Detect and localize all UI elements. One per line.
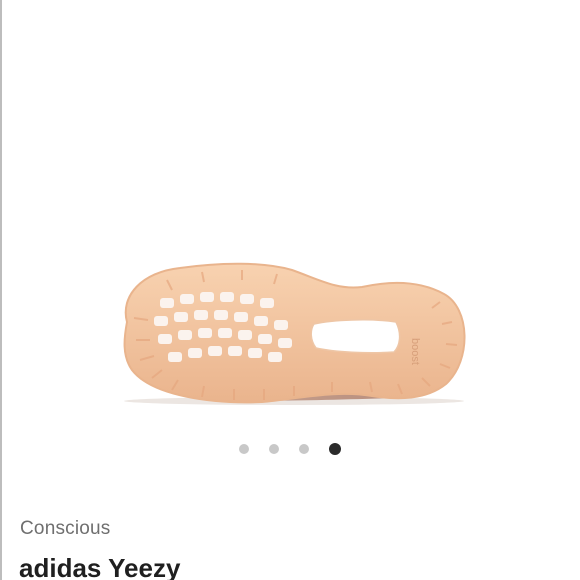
product-gallery[interactable]: boost	[2, 0, 580, 430]
boost-window	[310, 319, 401, 354]
shoe-sole	[123, 262, 466, 404]
listing-page: boost Conscious adidas Yeezy	[0, 0, 580, 580]
product-tag[interactable]: Conscious	[20, 518, 111, 540]
carousel-dot-2[interactable]	[269, 444, 279, 454]
carousel-dot-1[interactable]	[239, 444, 249, 454]
product-photo[interactable]: boost	[2, 0, 580, 430]
boost-label: boost	[409, 338, 421, 365]
carousel-dot-4-active[interactable]	[329, 443, 341, 455]
carousel-dots	[0, 440, 580, 458]
product-title: adidas Yeezy	[19, 553, 181, 580]
carousel-dot-3[interactable]	[299, 444, 309, 454]
